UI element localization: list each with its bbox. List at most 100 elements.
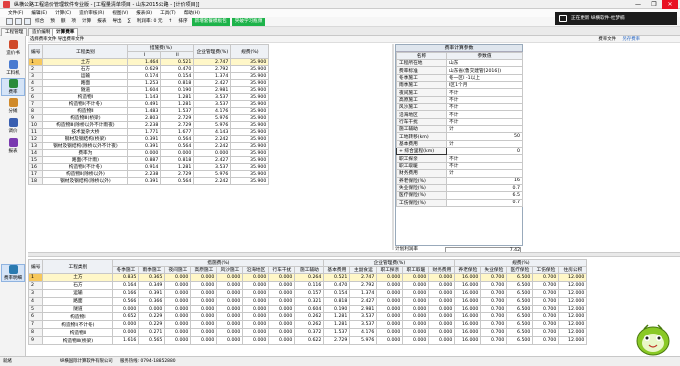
value-cell[interactable]: 35.900 xyxy=(230,65,270,73)
value-cell[interactable]: 0.000 xyxy=(268,280,296,290)
value-cell[interactable]: 0.000 xyxy=(138,304,166,314)
category-cell[interactable]: 构造物Ⅱ xyxy=(42,107,129,115)
menu-file[interactable]: 文件(F) xyxy=(8,10,23,16)
value-cell[interactable]: 16.000 xyxy=(454,288,482,298)
param-row[interactable]: 高原施工 不计 xyxy=(396,95,523,105)
category-cell[interactable]: 构造物Ⅱ xyxy=(42,328,114,338)
value-cell[interactable]: 2.981 xyxy=(193,86,232,94)
row-number[interactable]: 17 xyxy=(27,170,44,178)
value-cell[interactable]: 0.000 xyxy=(268,288,296,298)
value-cell[interactable]: 0.565 xyxy=(138,336,166,346)
value-cell[interactable]: 3.537 xyxy=(349,320,378,330)
toolbar-item[interactable]: 额 xyxy=(59,18,68,26)
value-cell[interactable]: 0.622 xyxy=(294,336,325,346)
value-cell[interactable]: 16.000 xyxy=(454,328,482,338)
sort-up-icon[interactable]: ↑ xyxy=(167,18,175,26)
value-cell[interactable]: 2.729 xyxy=(160,114,195,122)
param-row[interactable]: 施工辅助计 xyxy=(396,125,523,134)
value-cell[interactable]: 35.900 xyxy=(230,135,270,143)
value-cell[interactable]: 1.281 xyxy=(323,312,351,322)
value-cell[interactable]: 4.143 xyxy=(193,128,232,136)
table-row[interactable]: 4 路面 0.566 0.366 0.000 0.000 0.000 0.000 0.000 0.… xyxy=(27,296,588,306)
value-cell[interactable]: 0.000 xyxy=(190,280,218,290)
value-cell[interactable]: 0.818 xyxy=(160,156,195,164)
value-cell[interactable]: 35.900 xyxy=(230,170,270,178)
value-cell[interactable]: 0.229 xyxy=(138,320,166,330)
row-number[interactable]: 13 xyxy=(27,142,44,150)
nav-item-allocate[interactable]: 分摊 xyxy=(1,98,25,114)
category-cell[interactable]: 钢材及钢结构(除桥以外) xyxy=(42,177,129,185)
value-cell[interactable]: 1.253 xyxy=(127,79,162,87)
value-cell[interactable]: 0.700 xyxy=(532,288,560,298)
value-cell[interactable]: 0.000 xyxy=(190,304,218,314)
value-cell[interactable]: 0.000 xyxy=(402,288,430,298)
table-row[interactable]: 11 技术复杂大桥 1.771 1.677 4.143 35.900 xyxy=(27,128,270,136)
table-row[interactable]: 17 构造物Ⅱ(除桥以外) 2.238 2.729 5.976 35.900 xyxy=(27,170,270,178)
value-cell[interactable]: 0.000 xyxy=(190,273,218,282)
category-cell[interactable]: 构造物Ⅱ(除桥以外) xyxy=(42,170,129,178)
table-row[interactable]: 5 隧道 0.000 0.000 0.000 0.000 0.000 0.000 0.000 0.… xyxy=(27,304,588,314)
value-cell[interactable]: 0.000 xyxy=(216,296,244,306)
toolbar-item[interactable]: 计算 xyxy=(80,18,93,26)
row-number[interactable]: 9 xyxy=(27,336,44,346)
value-cell[interactable]: 5.976 xyxy=(193,121,232,129)
param-row[interactable]: 工程所在地 山东 xyxy=(396,58,523,68)
value-cell[interactable]: 1.281 xyxy=(160,93,195,101)
value-cell[interactable]: 0.000 xyxy=(376,304,404,314)
value-cell[interactable]: 0.604 xyxy=(294,304,325,314)
value-cell[interactable]: 12.000 xyxy=(558,336,588,346)
table-row[interactable]: 13 钢材及钢结构(除桥以外不计夜) 0.391 0.564 2.242 35.900 xyxy=(27,142,270,150)
param-value[interactable]: 不计 xyxy=(446,103,523,112)
value-cell[interactable]: 0.000 xyxy=(190,312,218,322)
param-row[interactable]: 工地转移(km) 50 xyxy=(396,132,523,141)
row-number[interactable]: 5 xyxy=(27,86,44,94)
value-cell[interactable]: 0.000 xyxy=(164,328,192,338)
value-cell[interactable]: 1.537 xyxy=(323,328,351,338)
value-cell[interactable]: 0.372 xyxy=(294,328,325,338)
category-cell[interactable]: 石方 xyxy=(42,65,129,73)
value-cell[interactable]: 0.000 xyxy=(402,280,430,290)
value-cell[interactable]: 2.427 xyxy=(193,156,232,164)
value-cell[interactable]: 0.190 xyxy=(160,86,195,94)
table-row[interactable]: 12 钢材及钢结构(桥梁) 0.391 0.564 2.242 35.900 xyxy=(27,135,270,143)
param-value[interactable]: 16 xyxy=(446,176,523,185)
value-cell[interactable]: 0.000 xyxy=(376,280,404,290)
value-cell[interactable]: 0.000 xyxy=(402,336,430,346)
value-cell[interactable]: 1.281 xyxy=(160,163,195,171)
value-cell[interactable]: 0.000 xyxy=(428,312,456,322)
table-row[interactable]: 1 土方 0.835 0.365 0.000 0.000 0.000 0.000 0.000 0.… xyxy=(27,273,588,282)
value-cell[interactable]: 0.366 xyxy=(138,296,166,306)
table-row[interactable]: 2 石方 0.629 0.470 2.792 35.900 xyxy=(27,65,270,73)
value-cell[interactable]: 35.900 xyxy=(230,79,270,87)
value-cell[interactable]: 0.000 xyxy=(402,312,430,322)
value-cell[interactable]: 2.729 xyxy=(160,170,195,178)
value-cell[interactable]: 0.564 xyxy=(160,142,195,150)
table-row[interactable]: 9 构造物Ⅲ(桥梁) 2.803 2.729 5.976 35.900 xyxy=(27,114,270,122)
value-cell[interactable]: 0.700 xyxy=(532,304,560,314)
value-cell[interactable]: 0.000 xyxy=(190,328,218,338)
value-cell[interactable]: 0.470 xyxy=(160,65,195,73)
value-cell[interactable]: 0.000 xyxy=(242,296,270,306)
update-notice[interactable]: 正在更新 纵横软件-杜梦楠 xyxy=(555,12,677,25)
tab-project[interactable]: 工程管理 xyxy=(1,28,28,36)
value-cell[interactable]: 0.700 xyxy=(480,312,508,322)
param-row[interactable]: 基本费用计 xyxy=(396,139,523,149)
value-cell[interactable]: 1.374 xyxy=(193,72,232,80)
value-cell[interactable]: 0.564 xyxy=(160,177,195,185)
value-cell[interactable]: 16.000 xyxy=(454,280,482,290)
category-cell[interactable]: 钢材及钢结构(桥梁) xyxy=(42,135,129,143)
value-cell[interactable]: 0.700 xyxy=(480,280,508,290)
row-number[interactable]: 4 xyxy=(27,296,44,306)
value-cell[interactable]: 0.000 xyxy=(190,288,218,298)
table-row[interactable]: 3 运输 0.166 0.391 0.000 0.000 0.000 0.000 0.000 0.… xyxy=(27,288,588,298)
value-cell[interactable]: 16.000 xyxy=(454,273,482,282)
value-cell[interactable]: 2.729 xyxy=(160,121,195,129)
new-icon[interactable] xyxy=(6,18,13,25)
value-cell[interactable]: 0.835 xyxy=(112,273,140,282)
template-pack-button[interactable]: 新增套餐模板包 xyxy=(191,17,230,26)
value-cell[interactable]: 0.000 xyxy=(216,288,244,298)
value-cell[interactable]: 35.900 xyxy=(230,93,270,101)
value-cell[interactable]: 0.491 xyxy=(127,100,162,108)
value-cell[interactable]: 0.000 xyxy=(268,336,296,346)
table-row[interactable]: 14 费率为 0.000 0.000 0.000 35.900 xyxy=(27,149,270,157)
